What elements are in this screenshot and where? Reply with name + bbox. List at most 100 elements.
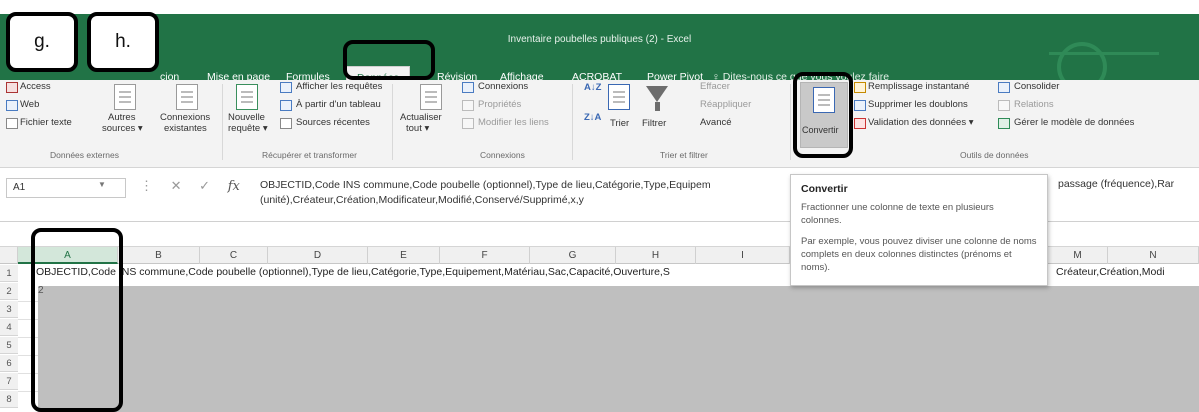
from-table-icon [280,100,292,111]
formula-input[interactable]: OBJECTID,Code INS commune,Code poubelle … [260,178,800,208]
annotation-box-convert-button [793,72,853,158]
column-header-e[interactable]: E [368,247,440,264]
row-header-2[interactable]: 2 [0,283,18,300]
properties-button[interactable]: Propriétés [478,99,521,110]
group-connections-label: Connexions [480,150,525,160]
convert-tooltip: Convertir Fractionner une colonne de tex… [790,174,1048,286]
cell-a1[interactable]: OBJECTID,Code INS commune,Code poubelle … [36,266,670,278]
web-button[interactable]: Web [20,99,39,110]
existing-connections-label-2[interactable]: existantes [164,123,207,134]
sort-za-icon[interactable]: Z↓A [584,112,601,123]
ribbon-separator [790,84,791,160]
connections-icon [462,82,474,93]
column-header-d[interactable]: D [268,247,368,264]
advanced-filter-button[interactable]: Avancé [700,117,732,128]
show-queries-button[interactable]: Afficher les requêtes [296,81,382,92]
row-header-5[interactable]: 5 [0,337,18,354]
formula-bar-buttons: ⋮ ✕ ✓ fx [140,178,240,194]
chevron-down-icon[interactable]: ▼ [98,180,106,189]
cell-m1-n1[interactable]: Créateur,Création,Modi [1056,266,1165,278]
data-validation-icon [854,118,866,129]
access-icon [6,82,18,93]
other-sources-icon [114,84,136,110]
consolidate-icon [998,82,1010,93]
edit-links-button[interactable]: Modifier les liens [478,117,549,128]
row-header-3[interactable]: 3 [0,301,18,318]
title-bar: Inventaire poubelles publiques (2) - Exc… [0,14,1199,92]
row-header-8[interactable]: 8 [0,391,18,408]
sort-icon [608,84,630,110]
access-button[interactable]: Access [20,81,51,92]
web-icon [6,100,18,111]
data-model-button[interactable]: Gérer le modèle de données [1014,117,1134,128]
redacted-region [18,286,1199,412]
cancel-icon[interactable]: ✕ [171,178,182,193]
group-data-tools-label: Outils de données [960,150,1029,160]
filter-icon [646,86,668,102]
column-header-g[interactable]: G [530,247,616,264]
recent-sources-icon [280,118,292,129]
column-header-h[interactable]: H [616,247,696,264]
tooltip-example: Par exemple, vous pouvez diviser une col… [801,236,1037,273]
relations-button[interactable]: Relations [1014,99,1054,110]
group-sort-filter-label: Trier et filtrer [660,150,708,160]
flash-fill-button[interactable]: Remplissage instantané [868,81,969,92]
confirm-icon[interactable]: ✓ [199,178,210,193]
refresh-all-label-2[interactable]: tout ▾ [406,123,429,134]
formula-tail: passage (fréquence),Rar [1058,178,1175,190]
row-header-4[interactable]: 4 [0,319,18,336]
existing-connections-icon [176,84,198,110]
sort-az-icon[interactable]: A↓Z [584,82,601,93]
data-model-icon [998,118,1010,129]
new-query-label-2[interactable]: requête ▾ [228,123,268,134]
filter-button[interactable]: Filtrer [642,118,666,129]
row-header-7[interactable]: 7 [0,373,18,390]
column-header-b[interactable]: B [118,247,200,264]
flash-fill-icon [854,82,866,93]
insert-function-icon[interactable]: fx [228,179,240,194]
select-all-corner[interactable] [0,247,18,264]
column-header-i[interactable]: I [696,247,790,264]
connections-button[interactable]: Connexions [478,81,528,92]
from-table-button[interactable]: À partir d'un tableau [296,99,381,110]
ribbon-separator [392,84,393,160]
separator-dots-icon: ⋮ [140,178,153,193]
refresh-all-label-1[interactable]: Actualiser [400,112,442,123]
annotation-label-h: h. [87,12,159,72]
existing-connections-label-1[interactable]: Connexions [160,112,210,123]
recent-sources-button[interactable]: Sources récentes [296,117,370,128]
row-header-6[interactable]: 6 [0,355,18,372]
clear-filter-button[interactable]: Effacer [700,81,730,92]
other-sources-label-2[interactable]: sources ▾ [102,123,143,134]
new-query-label-1[interactable]: Nouvelle [228,112,265,123]
column-header-n[interactable]: N [1108,247,1199,264]
ribbon: Access Web Fichier texte Autres sources … [0,80,1199,168]
reapply-filter-button[interactable]: Réappliquer [700,99,751,110]
ribbon-separator [222,84,223,160]
consolidate-button[interactable]: Consolider [1014,81,1059,92]
column-header-f[interactable]: F [440,247,530,264]
window-title: Inventaire poubelles publiques (2) - Exc… [507,34,692,45]
show-queries-icon [280,82,292,93]
group-external-data-label: Données externes [50,150,119,160]
data-validation-button[interactable]: Validation des données ▾ [868,117,973,128]
annotation-box-column-a [31,228,123,412]
annotation-box-donnees-tab [343,40,435,80]
other-sources-label-1[interactable]: Autres [108,112,135,123]
tooltip-description: Fractionner une colonne de texte en plus… [801,202,994,226]
relations-icon [998,100,1010,111]
column-header-c[interactable]: C [200,247,268,264]
name-box[interactable]: A1 [6,178,126,198]
formula-line-1: OBJECTID,Code INS commune,Code poubelle … [260,179,711,191]
tooltip-title: Convertir [801,183,848,195]
text-file-icon [6,118,18,129]
remove-duplicates-icon [854,100,866,111]
properties-icon [462,100,474,111]
remove-duplicates-button[interactable]: Supprimer les doublons [868,99,968,110]
ribbon-separator [572,84,573,160]
column-header-m[interactable]: M [1048,247,1108,264]
formula-line-2: (unité),Créateur,Création,Modificateur,M… [260,194,584,206]
text-file-button[interactable]: Fichier texte [20,117,72,128]
sort-button[interactable]: Trier [610,118,629,129]
row-header-1[interactable]: 1 [0,265,18,282]
